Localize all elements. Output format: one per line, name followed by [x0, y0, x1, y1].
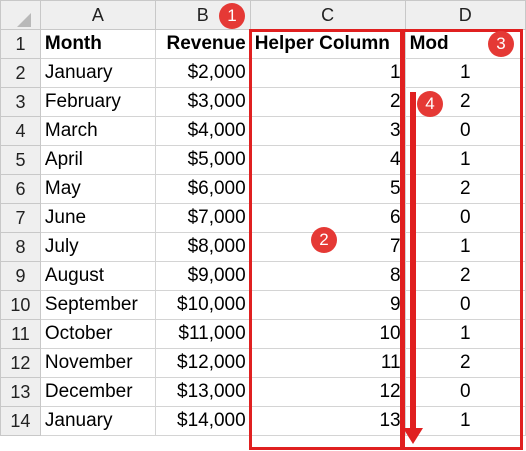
table-row: 7 June $7,000 6 0 — [0, 203, 526, 233]
mod-cell[interactable]: 2 — [404, 174, 526, 204]
annotation-badge-2: 2 — [311, 227, 337, 253]
revenue-cell[interactable]: $10,000 — [154, 290, 251, 320]
helper-cell[interactable]: 4 — [249, 145, 406, 175]
month-cell[interactable]: January — [39, 58, 156, 88]
revenue-cell[interactable]: $2,000 — [154, 58, 251, 88]
helper-cell[interactable]: 9 — [249, 290, 406, 320]
revenue-cell[interactable]: $8,000 — [154, 232, 251, 262]
revenue-cell[interactable]: $14,000 — [154, 406, 251, 436]
month-cell[interactable]: February — [39, 87, 156, 117]
table-row: 11 October $11,000 10 1 — [0, 319, 526, 349]
revenue-cell[interactable]: $7,000 — [154, 203, 251, 233]
revenue-cell[interactable]: $5,000 — [154, 145, 251, 175]
row-header[interactable]: 10 — [0, 290, 41, 320]
row-header[interactable]: 3 — [0, 87, 41, 117]
revenue-cell[interactable]: $13,000 — [154, 377, 251, 407]
month-cell[interactable]: October — [39, 319, 156, 349]
row-header[interactable]: 4 — [0, 116, 41, 146]
table-row: 8 July $8,000 7 1 — [0, 232, 526, 262]
month-cell[interactable]: May — [39, 174, 156, 204]
row-header[interactable]: 1 — [0, 29, 41, 59]
row-header[interactable]: 13 — [0, 377, 41, 407]
column-header-row: A B C D — [0, 0, 526, 30]
revenue-cell[interactable]: $3,000 — [154, 87, 251, 117]
revenue-cell[interactable]: $9,000 — [154, 261, 251, 291]
annotation-badge-4: 4 — [417, 91, 443, 117]
table-row: 4 March $4,000 3 0 — [0, 116, 526, 146]
mod-cell[interactable]: 0 — [404, 290, 526, 320]
header-cell-revenue[interactable]: Revenue — [154, 29, 251, 59]
mod-cell[interactable]: 2 — [404, 261, 526, 291]
mod-cell[interactable]: 1 — [404, 145, 526, 175]
revenue-cell[interactable]: $4,000 — [154, 116, 251, 146]
column-header-d[interactable]: D — [404, 0, 526, 30]
row-header[interactable]: 11 — [0, 319, 41, 349]
helper-cell[interactable]: 2 — [249, 87, 406, 117]
helper-cell[interactable]: 8 — [249, 261, 406, 291]
month-cell[interactable]: July — [39, 232, 156, 262]
header-cell-helper[interactable]: Helper Column — [249, 29, 406, 59]
row-header[interactable]: 12 — [0, 348, 41, 378]
fill-down-arrow-icon — [403, 428, 423, 444]
table-row: 13 December $13,000 12 0 — [0, 377, 526, 407]
month-cell[interactable]: March — [39, 116, 156, 146]
month-cell[interactable]: December — [39, 377, 156, 407]
mod-cell[interactable]: 2 — [404, 348, 526, 378]
row-header[interactable]: 8 — [0, 232, 41, 262]
month-cell[interactable]: April — [39, 145, 156, 175]
table-row: 10 September $10,000 9 0 — [0, 290, 526, 320]
row-header[interactable]: 14 — [0, 406, 41, 436]
helper-cell[interactable]: 12 — [249, 377, 406, 407]
helper-cell[interactable]: 3 — [249, 116, 406, 146]
helper-cell[interactable]: 11 — [249, 348, 406, 378]
row-header[interactable]: 7 — [0, 203, 41, 233]
table-row: 12 November $12,000 11 2 — [0, 348, 526, 378]
table-row: 3 February $3,000 2 2 — [0, 87, 526, 117]
column-header-a[interactable]: A — [39, 0, 156, 30]
mod-cell[interactable]: 1 — [404, 232, 526, 262]
row-header[interactable]: 2 — [0, 58, 41, 88]
select-all-triangle-icon — [17, 13, 31, 27]
annotation-badge-3: 3 — [488, 31, 514, 57]
table-row: 2 January $2,000 1 1 — [0, 58, 526, 88]
helper-cell[interactable]: 1 — [249, 58, 406, 88]
table-row: 5 April $5,000 4 1 — [0, 145, 526, 175]
month-cell[interactable]: September — [39, 290, 156, 320]
column-header-c[interactable]: C — [249, 0, 406, 30]
mod-cell[interactable]: 0 — [404, 377, 526, 407]
table-row: 14 January $14,000 13 1 — [0, 406, 526, 436]
revenue-cell[interactable]: $11,000 — [154, 319, 251, 349]
revenue-cell[interactable]: $6,000 — [154, 174, 251, 204]
fill-down-arrow-shaft — [410, 92, 416, 430]
month-cell[interactable]: January — [39, 406, 156, 436]
helper-cell[interactable]: 10 — [249, 319, 406, 349]
mod-cell[interactable]: 1 — [404, 58, 526, 88]
revenue-cell[interactable]: $12,000 — [154, 348, 251, 378]
row-header[interactable]: 5 — [0, 145, 41, 175]
mod-cell[interactable]: 1 — [404, 319, 526, 349]
table-row: 1 Month Revenue Helper Column Mod — [0, 29, 526, 59]
row-header[interactable]: 6 — [0, 174, 41, 204]
mod-cell[interactable]: 0 — [404, 203, 526, 233]
table-row: 6 May $6,000 5 2 — [0, 174, 526, 204]
month-cell[interactable]: June — [39, 203, 156, 233]
header-cell-month[interactable]: Month — [39, 29, 156, 59]
helper-cell[interactable]: 5 — [249, 174, 406, 204]
spreadsheet-grid: A B C D 1 Month Revenue Helper Column Mo… — [0, 0, 526, 436]
month-cell[interactable]: August — [39, 261, 156, 291]
helper-cell[interactable]: 13 — [249, 406, 406, 436]
month-cell[interactable]: November — [39, 348, 156, 378]
row-header[interactable]: 9 — [0, 261, 41, 291]
table-row: 9 August $9,000 8 2 — [0, 261, 526, 291]
annotation-badge-1: 1 — [219, 3, 245, 29]
mod-cell[interactable]: 1 — [404, 406, 526, 436]
mod-cell[interactable]: 0 — [404, 116, 526, 146]
